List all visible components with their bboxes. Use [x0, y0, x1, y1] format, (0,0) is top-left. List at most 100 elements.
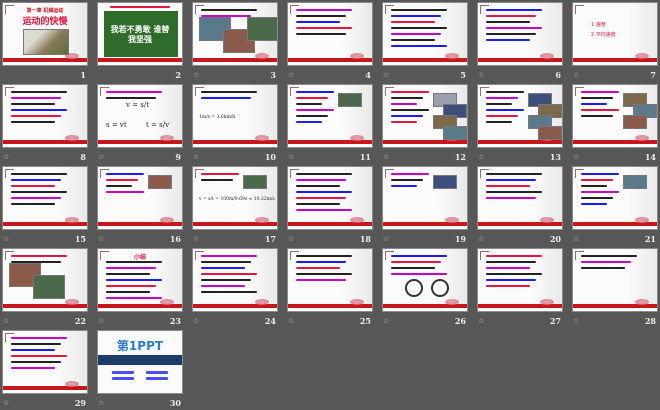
animation-icon[interactable]: ☆	[3, 235, 9, 243]
animation-icon[interactable]: ☆	[383, 153, 389, 161]
animation-icon[interactable]: ☆	[288, 317, 294, 325]
text-row	[201, 285, 245, 287]
slide-thumbnail[interactable]	[287, 166, 373, 230]
slide-thumbnail[interactable]	[382, 166, 468, 230]
slide-thumbnail[interactable]: v = s/t s = vt t = s/v	[97, 84, 183, 148]
text-row	[201, 173, 239, 175]
slide-thumbnail[interactable]: v = s/t = 100m/9.69s ≈ 10.32m/s	[192, 166, 278, 230]
animation-icon[interactable]: ☆	[288, 153, 294, 161]
animation-icon[interactable]: ☆	[193, 153, 199, 161]
text-row	[391, 273, 447, 275]
slide-number: 20	[549, 234, 561, 244]
slide-thumbnail[interactable]	[382, 84, 468, 148]
animation-icon[interactable]: ☆	[573, 235, 579, 243]
plum-blossom-icon	[65, 299, 79, 305]
animation-icon[interactable]: ☆	[193, 235, 199, 243]
plum-blossom-icon	[350, 217, 364, 223]
formula: v = s/t = 100m/9.69s ≈ 10.32m/s	[199, 197, 275, 202]
text-row	[391, 91, 429, 93]
text-row	[581, 255, 637, 257]
animation-icon[interactable]: ☆	[383, 235, 389, 243]
text-row	[11, 91, 67, 93]
text-row	[581, 185, 607, 187]
text-row	[106, 173, 144, 175]
slide-number: 18	[359, 234, 371, 244]
slide-thumbnail[interactable]	[477, 166, 563, 230]
slide-thumbnail[interactable]	[2, 330, 88, 394]
text-row	[201, 273, 257, 275]
photo	[23, 29, 69, 55]
text-row	[486, 109, 524, 111]
slide-thumbnail[interactable]: 1.速度 2.平均速度	[572, 2, 658, 66]
slide-thumbnail[interactable]: 1m/s = 3.6km/h	[192, 84, 278, 148]
slide-thumbnail[interactable]	[477, 84, 563, 148]
animation-icon[interactable]: ☆	[3, 399, 9, 407]
text-row	[296, 115, 328, 117]
text-row	[486, 279, 536, 281]
plum-blossom-icon	[445, 53, 459, 59]
slide-thumbnail[interactable]: 第一章 机械运动 运动的快慢	[2, 2, 88, 66]
animation-icon[interactable]: ☆	[478, 71, 484, 79]
slide-thumbnail[interactable]	[287, 248, 373, 312]
text-row	[11, 191, 67, 193]
animation-icon[interactable]: ☆	[193, 71, 199, 79]
slide-thumbnail[interactable]	[97, 166, 183, 230]
animation-icon[interactable]: ☆	[193, 317, 199, 325]
text-row	[11, 121, 55, 123]
slide-thumbnail[interactable]	[287, 2, 373, 66]
text-row	[581, 261, 631, 263]
text-row	[106, 279, 162, 281]
slide-thumbnail[interactable]	[287, 84, 373, 148]
red-footer-bar	[98, 58, 182, 62]
slide-thumbnail[interactable]	[572, 248, 658, 312]
slide-thumbnail[interactable]	[477, 248, 563, 312]
slide-number: 1	[80, 70, 86, 80]
animation-icon[interactable]: ☆	[98, 153, 104, 161]
text-row	[581, 267, 625, 269]
slide-thumbnail[interactable]: 小结	[97, 248, 183, 312]
animation-icon[interactable]: ☆	[478, 153, 484, 161]
slide-thumbnail[interactable]	[572, 84, 658, 148]
animation-icon[interactable]: ☆	[478, 317, 484, 325]
text-row	[296, 27, 352, 29]
slide-thumbnail[interactable]	[2, 84, 88, 148]
animation-icon[interactable]: ☆	[98, 235, 104, 243]
slide-thumbnail[interactable]	[477, 2, 563, 66]
slide-thumbnail[interactable]	[192, 248, 278, 312]
slide-number: 24	[264, 316, 276, 326]
animation-icon[interactable]: ☆	[288, 235, 294, 243]
photo	[243, 175, 267, 189]
animation-icon[interactable]: ☆	[98, 317, 104, 325]
text-row	[11, 255, 67, 257]
plum-blossom-icon	[635, 217, 649, 223]
slide-thumbnail[interactable]	[192, 2, 278, 66]
text-row	[581, 197, 613, 199]
stopwatch-icon	[431, 279, 449, 297]
animation-icon[interactable]: ☆	[478, 235, 484, 243]
slide-thumbnail[interactable]: 我若不勇敢 谁替我坚强	[97, 2, 183, 66]
slide-thumbnail[interactable]	[382, 2, 468, 66]
animation-icon[interactable]: ☆	[3, 153, 9, 161]
slide-thumbnail[interactable]	[2, 248, 88, 312]
slide-thumbnail[interactable]	[572, 166, 658, 230]
animation-icon[interactable]: ☆	[383, 71, 389, 79]
text-row	[296, 203, 340, 205]
plum-blossom-icon	[635, 299, 649, 305]
animation-icon[interactable]: ☆	[3, 317, 9, 325]
photo	[433, 175, 457, 189]
animation-icon[interactable]: ☆	[573, 317, 579, 325]
slide-thumbnail[interactable]	[2, 166, 88, 230]
slide-number: 9	[175, 152, 181, 162]
text-row	[296, 121, 322, 123]
animation-icon[interactable]: ☆	[573, 71, 579, 79]
slide-thumbnail[interactable]	[382, 248, 468, 312]
animation-icon[interactable]: ☆	[98, 399, 104, 407]
text-row	[296, 273, 352, 275]
slide-thumbnail[interactable]: 第1PPT	[97, 330, 183, 394]
text-row	[391, 9, 447, 11]
header-text-row	[110, 6, 170, 8]
animation-icon[interactable]: ☆	[383, 317, 389, 325]
animation-icon[interactable]: ☆	[573, 153, 579, 161]
text-row	[391, 261, 441, 263]
animation-icon[interactable]: ☆	[288, 71, 294, 79]
